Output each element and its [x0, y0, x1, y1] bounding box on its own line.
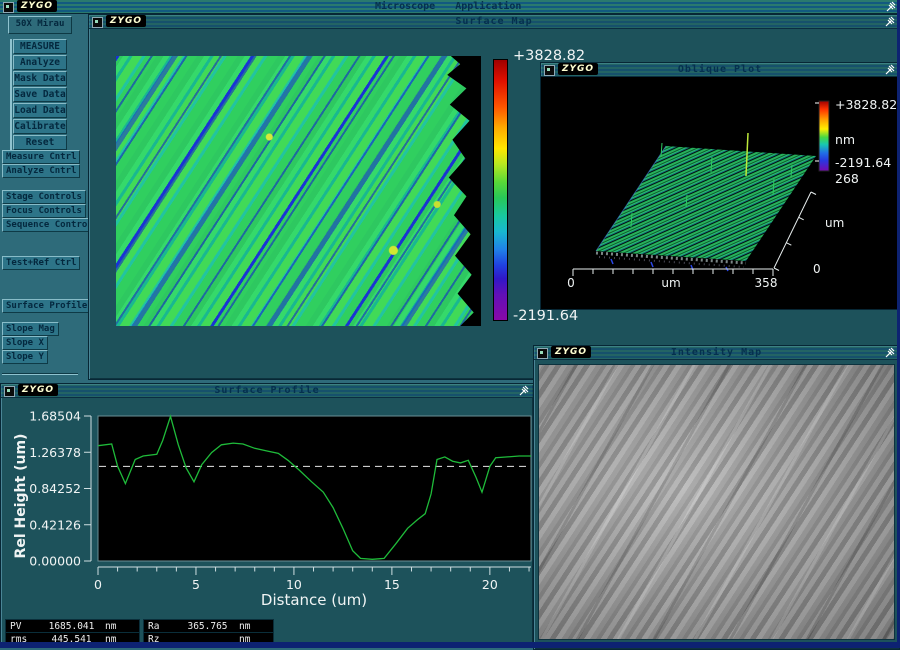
- surface-profile-button[interactable]: Surface Profile: [2, 299, 92, 313]
- load-data-button[interactable]: Load Data: [13, 103, 67, 118]
- intensity-map-title: Intensity Map: [670, 347, 763, 358]
- pin-icon[interactable]: [885, 347, 896, 358]
- test-ref-ctrl-button[interactable]: Test+Ref Ctrl: [2, 256, 81, 270]
- svg-text:1.26378: 1.26378: [29, 445, 81, 460]
- oblique-x-unit: um: [661, 276, 680, 290]
- menu-application[interactable]: Application: [455, 1, 521, 12]
- oblique-surface: [596, 146, 816, 261]
- svg-text:0.00000: 0.00000: [29, 554, 81, 569]
- intensity-map-titlebar[interactable]: ZYGO Intensity Map: [534, 346, 899, 360]
- svg-text:0.42126: 0.42126: [29, 517, 81, 532]
- surface-map-scale-min: -2191.64: [513, 308, 579, 324]
- save-data-button[interactable]: Save Data: [13, 87, 67, 102]
- stage-controls-button[interactable]: Stage Controls: [2, 190, 86, 204]
- desktop: ZYGO Microscope Application 50X Mirau ME…: [0, 0, 900, 650]
- svg-text:15: 15: [384, 577, 400, 592]
- surface-map-title: Surface Map: [455, 16, 533, 27]
- profile-x-axis-label: Distance (um): [261, 591, 367, 609]
- svg-text:0: 0: [94, 577, 102, 592]
- oblique-x-max: 358: [755, 276, 778, 290]
- intensity-map-image[interactable]: [538, 364, 895, 640]
- svg-text:0.84252: 0.84252: [29, 481, 81, 496]
- analyze-button[interactable]: Analyze: [13, 55, 67, 70]
- svg-text:20: 20: [482, 577, 498, 592]
- calibrate-button[interactable]: Calibrate: [13, 119, 67, 134]
- surface-profile-window: ZYGO Surface Profile Rel Height (um) 1.6…: [0, 383, 534, 646]
- screen-bottom-border: [0, 642, 900, 648]
- oblique-x-min: 0: [567, 276, 575, 290]
- measure-button[interactable]: MEASURE: [13, 39, 67, 54]
- oblique-plot-title: Oblique Plot: [677, 64, 763, 75]
- slope-y-button[interactable]: Slope Y: [2, 350, 48, 364]
- surface-map-image[interactable]: [116, 56, 481, 326]
- main-button-stack: MEASURE Analyze Mask Data Save Data Load…: [10, 39, 71, 151]
- svg-text:1.68504: 1.68504: [29, 409, 81, 424]
- pin-icon[interactable]: [519, 385, 530, 396]
- pin-icon[interactable]: [885, 16, 896, 27]
- oblique-scale-max: +3828.82: [835, 97, 897, 112]
- oblique-plot-window: ZYGO Oblique Plot 0 um 358 0 um +3828.82…: [540, 62, 900, 310]
- oblique-scale-depth: 268: [835, 171, 859, 186]
- pin-icon[interactable]: [885, 64, 896, 75]
- oblique-z-min: 0: [813, 262, 821, 276]
- oblique-colorbar: [818, 100, 830, 172]
- surface-map-titlebar[interactable]: ZYGO Surface Map: [89, 15, 899, 29]
- measure-cntrl-button[interactable]: Measure Cntrl: [2, 150, 81, 164]
- surface-profile-title: Surface Profile: [214, 385, 320, 396]
- window-menu-icon[interactable]: [3, 2, 14, 13]
- slope-x-button[interactable]: Slope X: [2, 336, 48, 350]
- pin-icon[interactable]: [886, 1, 897, 12]
- mask-data-button[interactable]: Mask Data: [13, 71, 67, 86]
- surface-map-colorbar: [493, 59, 508, 321]
- profile-plot-canvas[interactable]: 1.68504 1.26378 0.84252 0.42126 0.00000 0 5 10…: [1, 399, 533, 614]
- slope-mag-button[interactable]: Slope Mag: [2, 322, 59, 336]
- intensity-map-window: ZYGO Intensity Map: [533, 345, 900, 650]
- oblique-plot-titlebar[interactable]: ZYGO Oblique Plot: [541, 63, 899, 77]
- menu-microscope[interactable]: Microscope: [375, 1, 435, 12]
- analyze-cntrl-button[interactable]: Analyze Cntrl: [2, 164, 81, 178]
- oblique-scale-min: -2191.64: [835, 155, 891, 170]
- surface-profile-titlebar[interactable]: ZYGO Surface Profile: [1, 384, 533, 398]
- svg-text:10: 10: [286, 577, 302, 592]
- oblique-z-unit: um: [825, 216, 844, 230]
- objective-label: 50X Mirau: [8, 16, 72, 34]
- reset-button[interactable]: Reset: [13, 135, 67, 150]
- oblique-plot-canvas[interactable]: 0 um 358 0 um +3828.82 nm -2191.64 268: [541, 77, 899, 309]
- result-pv: PV 1685.041 nm: [5, 619, 140, 633]
- app-menubar: ZYGO Microscope Application: [0, 0, 900, 14]
- sidebar-divider: [2, 373, 78, 375]
- svg-text:5: 5: [192, 577, 200, 592]
- oblique-scale-unit: nm: [835, 132, 855, 147]
- zygo-logo: ZYGO: [17, 0, 58, 12]
- result-ra: Ra 365.765 nm: [143, 619, 274, 633]
- focus-controls-button[interactable]: Focus Controls: [2, 204, 86, 218]
- sequence-control-button[interactable]: Sequence Contro.: [2, 218, 97, 232]
